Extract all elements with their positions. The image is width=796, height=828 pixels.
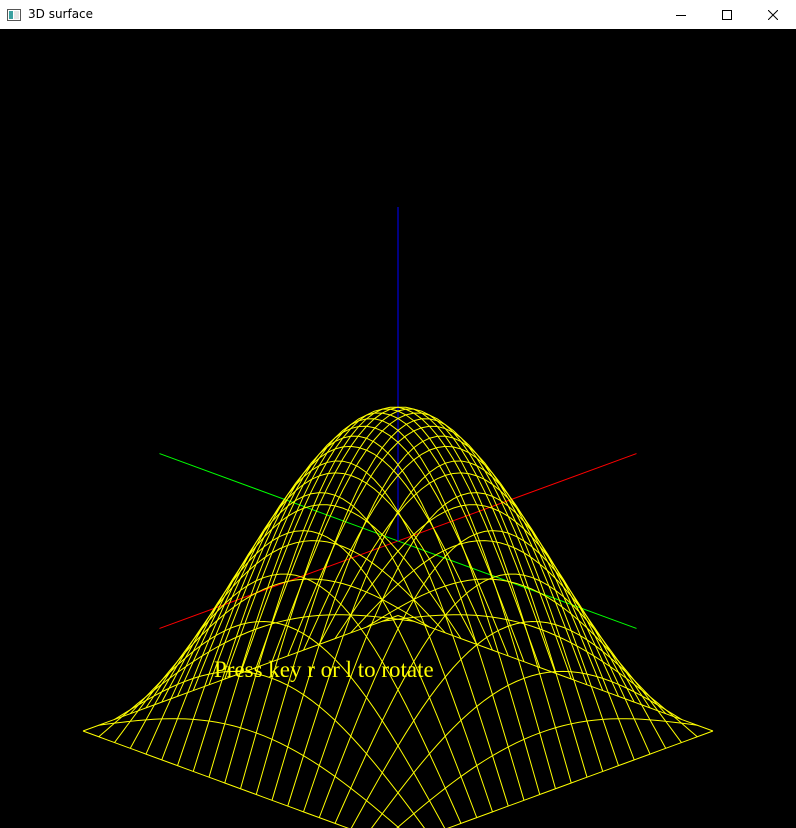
surface-grid-line <box>224 406 541 784</box>
window-title: 3D surface <box>28 7 94 21</box>
maximize-button[interactable] <box>704 0 750 29</box>
surface-grid-line <box>350 620 667 828</box>
surface-grid-line <box>287 460 604 807</box>
maximize-icon <box>722 9 732 20</box>
render-canvas[interactable]: Press key r or l to rotate <box>0 29 796 828</box>
app-window-icon <box>7 8 21 21</box>
minimize-button[interactable] <box>658 0 704 29</box>
surface-grid-line <box>255 406 572 784</box>
surface-grid-line <box>145 573 462 824</box>
rotate-instruction: Press key r or l to rotate <box>214 657 434 682</box>
surface-grid-line <box>208 435 525 801</box>
surface-grid-line <box>82 730 350 828</box>
surface-grid-line <box>98 718 400 828</box>
surface-grid-line <box>177 492 493 813</box>
surface-grid-line <box>129 620 446 828</box>
surface-grid-line <box>192 460 509 807</box>
surface-grid-line <box>114 670 425 828</box>
surface-grid-line <box>129 540 446 749</box>
surface-grid-line <box>446 730 714 828</box>
close-button[interactable] <box>750 0 796 29</box>
surface-grid-line <box>271 435 588 801</box>
3d-scene <box>82 207 714 828</box>
minimize-icon <box>676 14 686 16</box>
surface-grid-line <box>303 492 619 813</box>
surface-grid-line <box>350 540 667 749</box>
title-bar[interactable]: 3D surface <box>0 0 796 29</box>
close-icon <box>768 9 778 20</box>
app-window: 3D surface Press key r or l to rotate <box>0 0 796 828</box>
surface-grid-line <box>371 670 682 828</box>
surface-grid-line <box>334 573 651 824</box>
surface-grid-line <box>208 412 525 778</box>
surface-grid-line <box>396 718 698 828</box>
surface-grid-line <box>271 412 588 778</box>
